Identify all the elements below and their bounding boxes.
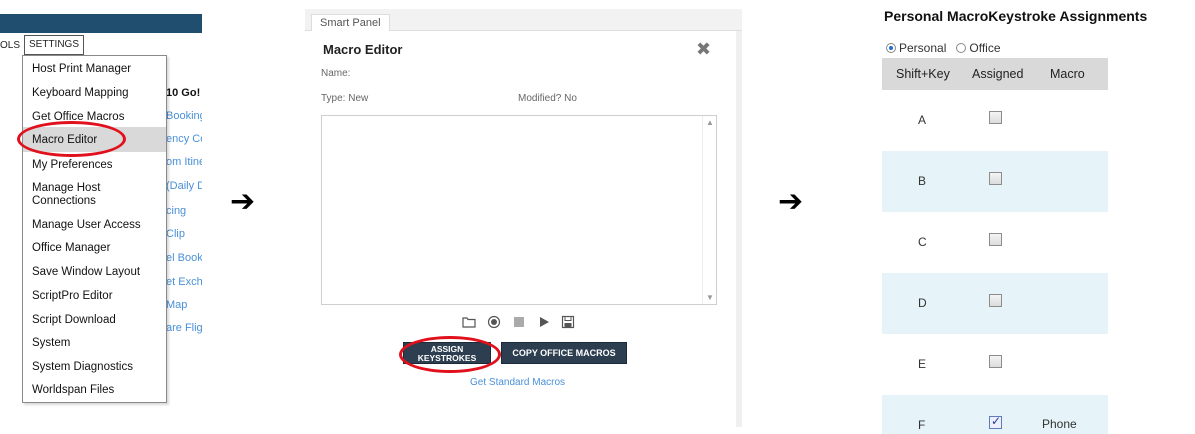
row-key: A (918, 113, 927, 127)
scope-radio-group: Personal Office (886, 41, 1001, 55)
menu-item-save-window-layout[interactable]: Save Window Layout (23, 266, 166, 279)
table-row: A (882, 90, 1108, 151)
row-key: F (918, 418, 926, 432)
name-label: Name: (321, 68, 351, 79)
column-header-shift-key: Shift+Key (896, 67, 950, 81)
table-header: Shift+Key Assigned Macro (882, 58, 1108, 90)
table-row: C (882, 212, 1108, 273)
macro-text-area[interactable]: ▲ ▼ (321, 115, 717, 305)
radio-office-label: Office (969, 41, 1001, 55)
radio-personal[interactable] (886, 43, 896, 53)
settings-tab[interactable]: SETTINGS (24, 35, 85, 55)
radio-office[interactable] (956, 43, 967, 53)
assigned-checkbox[interactable] (989, 294, 1002, 307)
background-link: Booking (166, 110, 202, 122)
menu-item-macro-editor[interactable]: Macro Editor (23, 127, 166, 152)
row-key: C (918, 235, 927, 249)
page-title: Personal MacroKeystroke Assignments (884, 8, 1148, 24)
table-row: E (882, 334, 1108, 395)
menu-item-host-print-manager[interactable]: Host Print Manager (23, 63, 166, 76)
menu-item-keyboard-mapping[interactable]: Keyboard Mapping (23, 87, 166, 100)
macro-toolbar (462, 315, 582, 331)
menu-item-manage-user-access[interactable]: Manage User Access (23, 219, 166, 232)
column-header-macro: Macro (1050, 67, 1085, 81)
type-label: Type: New (321, 93, 369, 104)
record-icon[interactable] (487, 315, 501, 329)
background-link: Clip (166, 228, 185, 240)
assigned-checkbox[interactable] (989, 172, 1002, 185)
assigned-checkbox[interactable] (989, 111, 1002, 124)
save-icon[interactable] (561, 315, 575, 329)
top-navigation-bar (0, 14, 202, 33)
menu-item-office-manager[interactable]: Office Manager (23, 242, 166, 255)
menu-item-my-preferences[interactable]: My Preferences (23, 159, 166, 172)
row-key: D (918, 296, 927, 310)
assigned-checkbox[interactable] (989, 233, 1002, 246)
menu-item-scriptpro-editor[interactable]: ScriptPro Editor (23, 290, 166, 303)
assign-keystrokes-button[interactable]: ASSIGN KEYSTROKES (403, 342, 491, 364)
arrow-right-icon: ➔ (778, 184, 804, 219)
copy-office-macros-button[interactable]: COPY OFFICE MACROS (501, 342, 627, 364)
scroll-up-icon[interactable]: ▲ (706, 118, 714, 127)
background-link: el Bookin (166, 252, 202, 264)
scrollbar[interactable]: ▲ ▼ (702, 116, 716, 304)
folder-icon[interactable] (462, 315, 476, 329)
background-link: Map (166, 299, 188, 311)
get-standard-macros-link[interactable]: Get Standard Macros (470, 377, 565, 388)
scroll-down-icon[interactable]: ▼ (706, 293, 714, 302)
menu-item-worldspan-files[interactable]: Worldspan Files (23, 384, 166, 397)
background-link: om Itine (166, 156, 202, 168)
macro-editor-dialog: Macro Editor ✖ Name: Type: New Modified?… (305, 31, 742, 427)
menu-item-system[interactable]: System (23, 337, 166, 350)
assign-keystrokes-label-line2: KEYSTROKES (417, 353, 477, 363)
assigned-checkbox[interactable] (989, 355, 1002, 368)
modified-label: Modified? No (518, 93, 577, 104)
background-link: (Daily D (166, 180, 202, 192)
row-key: B (918, 174, 927, 188)
settings-menu-panel: OLS SETTINGS 10 Go! Booking ency Co om I… (0, 0, 205, 434)
background-link: cing (166, 205, 187, 217)
background-link: et Excha (166, 276, 202, 288)
background-link: 10 Go! (166, 87, 201, 99)
play-icon[interactable] (537, 315, 551, 329)
column-header-assigned: Assigned (972, 67, 1024, 81)
dialog-title: Macro Editor (323, 42, 403, 57)
macro-editor-panel: Smart Panel Macro Editor ✖ Name: Type: N… (305, 9, 742, 427)
menu-item-manage-host-connections[interactable]: Manage Host Connections (23, 182, 133, 208)
row-macro: Phone (1042, 417, 1077, 431)
table-row: B (882, 151, 1108, 212)
tools-tab[interactable]: OLS (0, 40, 20, 51)
radio-personal-label: Personal (899, 41, 947, 55)
table-row: D (882, 273, 1108, 334)
keystroke-assignments-panel: Personal MacroKeystroke Assignments Pers… (880, 0, 1195, 434)
menu-item-get-office-macros[interactable]: Get Office Macros (23, 111, 166, 124)
tab-strip: Smart Panel (305, 9, 742, 32)
background-link: are Fligh (166, 322, 202, 334)
stop-icon[interactable] (512, 315, 526, 329)
assigned-checkbox[interactable] (989, 414, 1002, 429)
arrow-right-icon: ➔ (230, 184, 256, 219)
table-row: F Phone (882, 395, 1108, 434)
settings-dropdown-menu: Host Print Manager Keyboard Mapping Get … (22, 55, 167, 403)
background-link: ency Co (166, 133, 202, 145)
menu-item-script-download[interactable]: Script Download (23, 314, 166, 327)
close-icon[interactable]: ✖ (696, 39, 711, 60)
menu-item-system-diagnostics[interactable]: System Diagnostics (23, 361, 166, 374)
tab-smart-panel[interactable]: Smart Panel (311, 14, 390, 32)
row-key: E (918, 357, 927, 371)
